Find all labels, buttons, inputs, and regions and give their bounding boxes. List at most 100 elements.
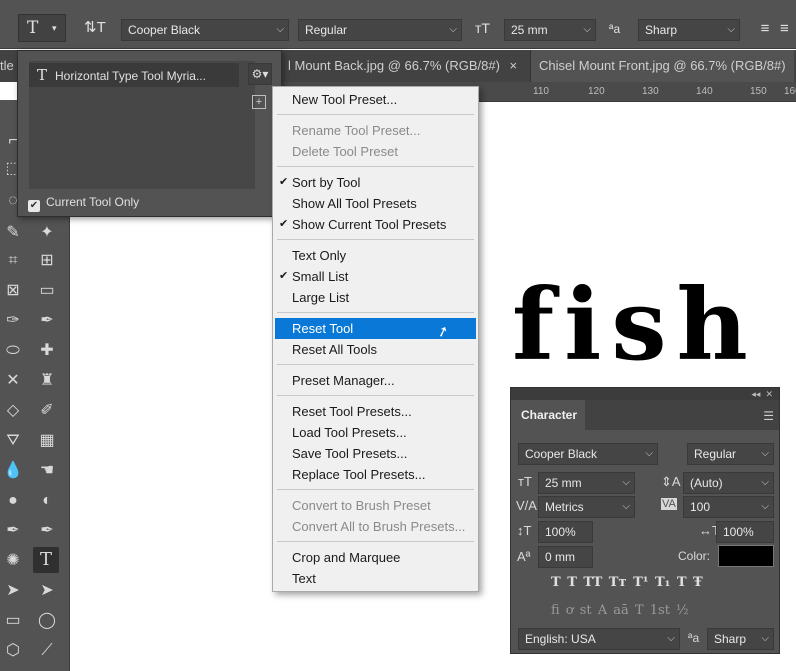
- leading-select[interactable]: (Auto) ⌵: [683, 472, 774, 494]
- magic-wand-tool-icon[interactable]: ✦: [34, 220, 60, 246]
- chevron-down-icon: ⌵: [761, 448, 769, 459]
- menu-item-show-current-tool-presets[interactable]: ✔ Show Current Tool Presets: [275, 214, 476, 235]
- menu-item-label: Save Tool Presets...: [292, 446, 408, 461]
- menu-item-label: New Tool Preset...: [292, 92, 398, 107]
- blur-tool-icon[interactable]: 💧: [0, 458, 26, 484]
- smudge-tool-icon[interactable]: ☚: [34, 458, 60, 484]
- ellipse-tool-icon[interactable]: ◯: [34, 608, 60, 634]
- chevron-down-icon: ⌵: [727, 24, 735, 35]
- color-sampler-tool-icon[interactable]: ✑: [0, 308, 26, 334]
- sponge-tool-icon[interactable]: ◐: [34, 488, 60, 514]
- baseline-shift-field[interactable]: 0 mm: [538, 546, 593, 568]
- tracking-select[interactable]: 100 ⌵: [683, 496, 774, 518]
- direct-selection-tool-icon[interactable]: ➤: [34, 578, 60, 604]
- align-left-icon[interactable]: ≡: [754, 19, 776, 41]
- canvas-text-layer[interactable]: fish: [512, 266, 758, 386]
- menu-item-crop-and-marquee[interactable]: Crop and Marquee: [275, 547, 476, 568]
- gradient-tool-icon[interactable]: ▦: [34, 428, 60, 454]
- menu-strip: [0, 0, 796, 9]
- rectangle-tool-icon[interactable]: ▭: [0, 608, 26, 634]
- eyedropper-tool-icon[interactable]: ✒: [34, 308, 60, 334]
- menu-item-sort-by-tool[interactable]: ✔ Sort by Tool: [275, 172, 476, 193]
- vertical-scale-icon: ↕T: [517, 523, 532, 538]
- perspective-crop-tool-icon[interactable]: ⊞: [34, 248, 60, 274]
- menu-item-reset-tool[interactable]: Reset Tool ➚: [275, 318, 476, 341]
- curvature-pen-tool-icon[interactable]: ✒: [0, 518, 26, 544]
- close-icon[interactable]: ✕: [765, 389, 773, 399]
- font-style-select[interactable]: Regular ⌵: [298, 19, 462, 41]
- healing-brush-tool-icon[interactable]: ✚: [34, 338, 60, 364]
- language-select[interactable]: English: USA ⌵: [518, 628, 680, 650]
- panel-tabbar: Character ☰: [511, 400, 779, 430]
- panel-menu-icon[interactable]: ☰: [763, 409, 774, 423]
- menu-item-new-tool-preset[interactable]: New Tool Preset...: [275, 89, 476, 110]
- menu-item-delete-tool-preset: Delete Tool Preset: [275, 141, 476, 162]
- ruler-tool-icon[interactable]: ▭: [34, 278, 60, 304]
- menu-item-text-presets[interactable]: Text: [275, 568, 476, 589]
- chevron-down-icon: ⌵: [761, 633, 769, 644]
- brush-tool-icon[interactable]: ✐: [34, 398, 60, 424]
- horizontal-scale-field[interactable]: 100%: [716, 521, 774, 543]
- menu-item-text-only[interactable]: Text Only: [275, 245, 476, 266]
- anti-alias-select[interactable]: Sharp ⌵: [638, 19, 740, 41]
- dodge-tool-icon[interactable]: ●: [0, 488, 26, 514]
- content-aware-move-tool-icon[interactable]: ✕: [0, 368, 26, 394]
- menu-item-show-all-tool-presets[interactable]: Show All Tool Presets: [275, 193, 476, 214]
- patch-tool-icon[interactable]: ⬭: [0, 338, 26, 364]
- tab-character[interactable]: Character: [511, 400, 585, 430]
- crop-tool-icon[interactable]: ⌗: [0, 248, 26, 274]
- font-style-select[interactable]: Regular ⌵: [687, 443, 774, 465]
- font-family-select[interactable]: Cooper Black ⌵: [518, 443, 658, 465]
- menu-item-load-tool-presets[interactable]: Load Tool Presets...: [275, 422, 476, 443]
- type-tool-icon[interactable]: T: [33, 547, 59, 573]
- pen-tool-icon[interactable]: ✒: [34, 518, 60, 544]
- menu-item-save-tool-presets[interactable]: Save Tool Presets...: [275, 443, 476, 464]
- menu-item-replace-tool-presets[interactable]: Replace Tool Presets...: [275, 464, 476, 485]
- font-size-select[interactable]: 25 mm ⌵: [538, 472, 635, 494]
- menu-item-reset-tool-presets[interactable]: Reset Tool Presets...: [275, 401, 476, 422]
- new-preset-icon[interactable]: +: [252, 95, 266, 109]
- type-style-buttons[interactable]: T T TT Tт T¹ T₁ T Ŧ: [551, 575, 703, 590]
- list-item[interactable]: T Horizontal Type Tool Myria...: [29, 63, 239, 87]
- eraser-tool-icon[interactable]: ◇: [0, 398, 26, 424]
- menu-item-large-list[interactable]: Large List: [275, 287, 476, 308]
- tab-chisel-mount-front[interactable]: Chisel Mount Front.jpg @ 66.7% (RGB/8#): [530, 50, 794, 82]
- tool-preset-picker[interactable]: T ▾: [18, 14, 66, 42]
- menu-item-label: Text Only: [292, 248, 347, 263]
- polygon-tool-icon[interactable]: ⬡: [0, 638, 26, 664]
- kerning-select[interactable]: Metrics ⌵: [538, 496, 635, 518]
- anti-alias-select[interactable]: Sharp ⌵: [707, 628, 774, 650]
- baseline-shift-value: 0 mm: [545, 550, 575, 564]
- ruler-tick: 120: [588, 86, 605, 97]
- clone-stamp-tool-icon[interactable]: ♜: [34, 368, 60, 394]
- text-color-swatch[interactable]: [718, 545, 774, 567]
- line-tool-icon[interactable]: ⟋: [34, 638, 60, 664]
- close-icon[interactable]: ×: [510, 58, 518, 73]
- anti-alias-value: Sharp: [714, 632, 747, 646]
- path-selection-tool-icon[interactable]: ➤: [0, 578, 26, 604]
- texture-tool-icon[interactable]: ✺: [0, 548, 26, 574]
- align-center-icon[interactable]: ≡: [780, 19, 796, 41]
- collapse-icon[interactable]: ◂◂: [751, 389, 760, 399]
- menu-item-small-list[interactable]: ✔ Small List: [275, 266, 476, 287]
- tab-mount-back[interactable]: l Mount Back.jpg @ 66.7% (RGB/8#) ×: [280, 50, 526, 82]
- language-value: English: USA: [525, 632, 596, 646]
- frame-tool-icon[interactable]: ⊠: [0, 278, 26, 304]
- quick-selection-tool-icon[interactable]: ✎: [0, 220, 26, 246]
- menu-item-label: Sort by Tool: [292, 175, 361, 190]
- document-tabs: l Mount Back.jpg @ 66.7% (RGB/8#) × Chis…: [270, 50, 796, 82]
- vertical-scale-field[interactable]: 100%: [538, 521, 593, 543]
- preset-item-label: Horizontal Type Tool Myria...: [55, 69, 206, 83]
- tab-partial-left[interactable]: tle: [0, 50, 17, 82]
- paint-bucket-tool-icon[interactable]: ⛛: [0, 428, 26, 454]
- menu-item-reset-all-tools[interactable]: Reset All Tools: [275, 339, 476, 360]
- menu-item-preset-manager[interactable]: Preset Manager...: [275, 370, 476, 391]
- font-size-select[interactable]: 25 mm ⌵: [504, 19, 596, 41]
- opentype-buttons[interactable]: fi ơ st A aā T 1st ½: [551, 603, 689, 618]
- font-style-value: Regular: [694, 447, 737, 461]
- menu-separator: [277, 541, 474, 542]
- toggle-text-orientation-icon[interactable]: ⇅T: [84, 18, 106, 36]
- font-family-select[interactable]: Cooper Black ⌵: [121, 19, 289, 41]
- gear-icon[interactable]: ⚙▾: [248, 63, 272, 85]
- current-tool-only-checkbox[interactable]: ✔ Current Tool Only: [28, 195, 139, 212]
